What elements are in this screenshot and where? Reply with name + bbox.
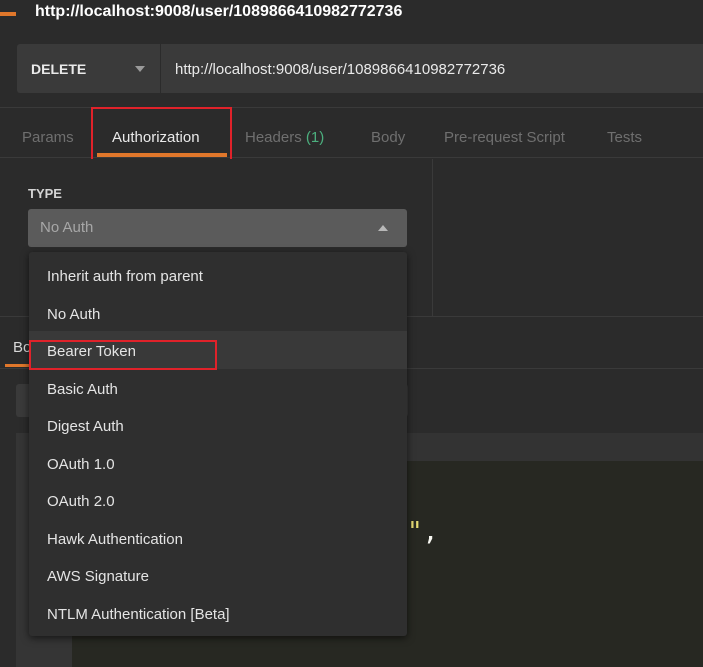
option-label: AWS Signature	[47, 568, 149, 585]
panel-divider	[432, 159, 433, 316]
option-label: Basic Auth	[47, 381, 118, 398]
option-basic-auth[interactable]: Basic Auth	[29, 369, 407, 407]
url-text: http://localhost:9008/user/1089866410982…	[175, 61, 506, 78]
option-oauth-1[interactable]: OAuth 1.0	[29, 444, 407, 482]
auth-type-value: No Auth	[40, 219, 94, 236]
option-label: No Auth	[47, 306, 101, 323]
window-title: http://localhost:9008/user/1089866410982…	[35, 3, 403, 20]
option-hawk-authentication[interactable]: Hawk Authentication	[29, 519, 407, 557]
tab-params[interactable]: Params	[22, 129, 74, 146]
option-label: OAuth 1.0	[47, 456, 115, 473]
method-select[interactable]: DELETE	[17, 44, 160, 93]
chevron-down-icon	[135, 66, 145, 72]
tab-headers-label: Headers	[245, 129, 302, 146]
option-ntlm-authentication[interactable]: NTLM Authentication [Beta]	[29, 594, 407, 632]
type-label: TYPE	[28, 186, 62, 201]
tab-pre-request-script[interactable]: Pre-request Script	[444, 129, 565, 146]
option-label: Digest Auth	[47, 418, 124, 435]
option-label: NTLM Authentication [Beta]	[47, 606, 230, 623]
code-comma: ,	[422, 517, 439, 547]
method-label: DELETE	[31, 61, 87, 77]
url-input[interactable]: http://localhost:9008/user/1089866410982…	[161, 44, 703, 93]
option-label: Inherit auth from parent	[47, 268, 203, 285]
option-oauth-2[interactable]: OAuth 2.0	[29, 481, 407, 519]
auth-type-dropdown: Inherit auth from parent No Auth Bearer …	[29, 252, 407, 636]
headers-count-badge: (1)	[305, 129, 325, 146]
tab-accent-indicator	[0, 12, 16, 16]
code-quote: "	[407, 517, 423, 547]
option-no-auth[interactable]: No Auth	[29, 294, 407, 332]
highlight-box-bearer-token	[29, 340, 217, 370]
auth-type-select[interactable]: No Auth	[28, 209, 407, 247]
chevron-up-icon	[378, 225, 388, 231]
window-title-bar: http://localhost:9008/user/1089866410982…	[0, 0, 703, 30]
code-fragment: ",	[407, 517, 438, 547]
tab-tests[interactable]: Tests	[607, 129, 642, 146]
tab-body[interactable]: Body	[371, 129, 405, 146]
option-inherit-auth[interactable]: Inherit auth from parent	[29, 256, 407, 294]
tab-headers[interactable]: Headers (1)	[245, 129, 324, 146]
option-label: OAuth 2.0	[47, 493, 115, 510]
option-digest-auth[interactable]: Digest Auth	[29, 406, 407, 444]
option-aws-signature[interactable]: AWS Signature	[29, 556, 407, 594]
option-label: Hawk Authentication	[47, 531, 183, 548]
request-bar: DELETE http://localhost:9008/user/108986…	[0, 30, 703, 108]
